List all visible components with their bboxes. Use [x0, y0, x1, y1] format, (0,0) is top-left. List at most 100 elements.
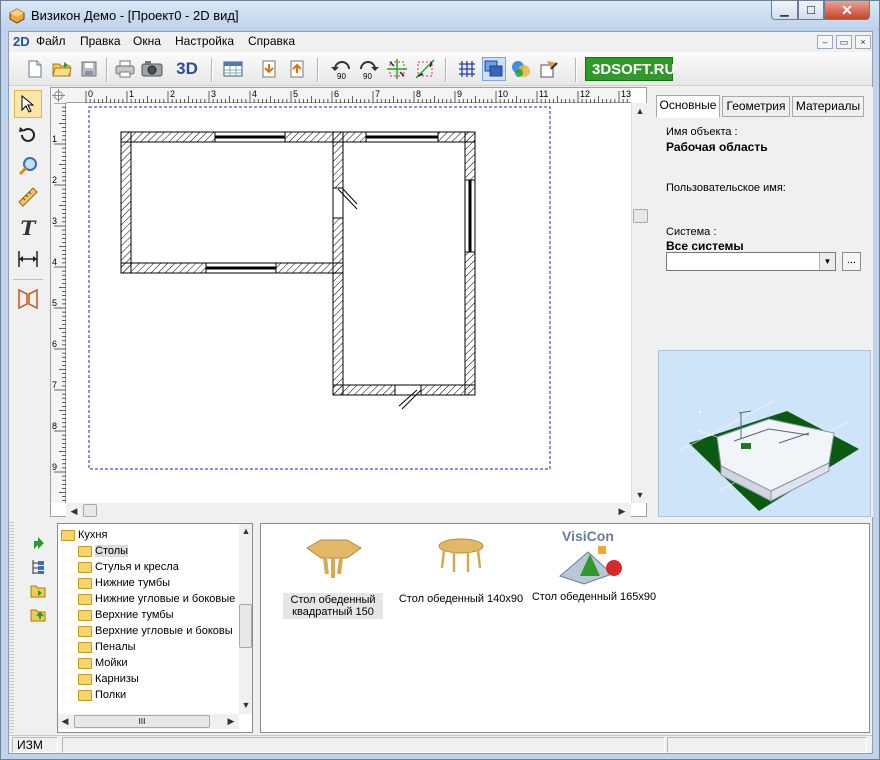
align-a-icon[interactable]	[385, 57, 409, 81]
up-level-icon[interactable]	[29, 534, 47, 552]
mdi-close-button[interactable]: ×	[855, 35, 871, 49]
horizontal-scrollbar[interactable]: ◀ ▶	[66, 503, 631, 519]
tree-hscroll-thumb[interactable]: III	[74, 715, 210, 728]
pointer-icon[interactable]	[14, 90, 42, 118]
plan-canvas[interactable]	[66, 103, 631, 503]
user-name-combo[interactable]: ▼	[666, 252, 836, 271]
tree-item[interactable]: Нижние тумбы	[78, 575, 170, 591]
3d-preview[interactable]	[658, 350, 871, 517]
gallery-item-table-165x90[interactable]: VisiCon Стол обеденный 165x90	[531, 528, 657, 603]
tree-view-icon[interactable]	[29, 558, 47, 576]
scroll-left-arrow-icon[interactable]: ◀	[58, 714, 72, 729]
catalog-gallery[interactable]: Стол обеденный квадратный 150 Стол обеде…	[260, 523, 870, 733]
text-tool-icon[interactable]: T	[14, 214, 42, 242]
scroll-up-arrow-icon[interactable]: ▲	[239, 524, 252, 538]
print-preview-icon[interactable]	[140, 57, 164, 81]
tree-item-root[interactable]: Кухня	[61, 527, 107, 543]
scroll-down-arrow-icon[interactable]: ▼	[239, 698, 252, 712]
windows-icon[interactable]	[482, 57, 506, 81]
zoom-icon[interactable]	[14, 152, 42, 180]
scroll-right-arrow-icon[interactable]: ▶	[614, 503, 630, 519]
scroll-left-arrow-icon[interactable]: ◀	[66, 503, 82, 519]
tree-item[interactable]: Нижние угловые и боковые	[78, 591, 235, 607]
chevron-down-icon[interactable]: ▼	[819, 253, 835, 270]
align-b-icon[interactable]	[413, 57, 437, 81]
browse-button[interactable]: ...	[842, 252, 861, 271]
menu-windows[interactable]: Окна	[133, 34, 161, 48]
menu-help[interactable]: Справка	[248, 34, 295, 48]
ruler-label: 2	[170, 89, 175, 99]
horizontal-scroll-thumb[interactable]	[83, 504, 97, 517]
panel-gripper[interactable]	[9, 520, 14, 735]
folder-add-icon[interactable]	[29, 582, 47, 600]
mdi-restore-button[interactable]: ▭	[836, 35, 852, 49]
folder-up-icon[interactable]	[29, 606, 47, 624]
scroll-down-arrow-icon[interactable]: ▼	[632, 487, 648, 503]
properties-icon[interactable]	[537, 57, 561, 81]
menu-settings[interactable]: Настройка	[175, 34, 234, 48]
maximize-button[interactable]: ☐	[798, 1, 824, 20]
menu-edit[interactable]: Правка	[80, 34, 121, 48]
gallery-item-table-140x90[interactable]: Стол обеденный 140x90	[396, 536, 526, 605]
dimension-icon[interactable]	[14, 245, 42, 273]
ruler-label: 6	[334, 89, 339, 99]
rotate-icon[interactable]	[14, 121, 42, 149]
vertical-scroll-thumb[interactable]	[633, 209, 648, 223]
tree-vertical-scrollbar[interactable]: ▲ ▼	[239, 524, 252, 714]
tree-item[interactable]: Столы	[78, 543, 129, 559]
print-icon[interactable]	[113, 57, 137, 81]
menu-file[interactable]: Файл	[36, 34, 66, 48]
tree-item[interactable]: Пеналы	[78, 639, 136, 655]
gallery-item-square-table[interactable]: Стол обеденный квадратный 150	[283, 536, 383, 619]
ruler-label: 0	[88, 89, 93, 99]
export-icon[interactable]	[285, 57, 309, 81]
catalog-toolbar	[9, 520, 57, 735]
toolbar-separator	[575, 58, 577, 82]
import-icon[interactable]	[257, 57, 281, 81]
minimize-button[interactable]: ▁	[771, 1, 798, 20]
menu-bar: 2D Файл Правка Окна Настройка Справка – …	[9, 32, 872, 52]
rotate-left-90-icon[interactable]: 90	[330, 57, 354, 81]
folder-icon	[78, 673, 92, 685]
tree-item-label: Полки	[95, 689, 127, 701]
tree-item[interactable]: Полки	[78, 687, 126, 703]
grid-icon[interactable]	[455, 57, 479, 81]
scroll-up-arrow-icon[interactable]: ▲	[632, 103, 648, 119]
vertical-ruler[interactable]: 12345678910	[51, 102, 66, 513]
tab-geometry[interactable]: Геометрия	[722, 96, 790, 117]
save-icon[interactable]	[77, 57, 101, 81]
tree-item[interactable]: Мойки	[78, 655, 128, 671]
tree-scroll-thumb[interactable]	[239, 604, 252, 648]
tab-basic[interactable]: Основные	[656, 95, 720, 118]
table-icon[interactable]	[221, 57, 245, 81]
catalog-tree[interactable]: Кухня Столы Стулья и кресла Нижние тумбы Ни…	[57, 523, 253, 733]
status-field-main	[62, 737, 665, 753]
folder-icon	[78, 545, 92, 557]
tree-item[interactable]: Верхние угловые и боковы	[78, 623, 233, 639]
scroll-right-arrow-icon[interactable]: ▶	[224, 714, 238, 729]
tree-horizontal-scrollbar[interactable]: ◀ III ▶	[58, 714, 239, 729]
tree-item[interactable]: Стулья и кресла	[78, 559, 179, 575]
3d-view-button[interactable]: 3D	[175, 57, 199, 81]
mdi-minimize-button[interactable]: –	[817, 35, 833, 49]
vertical-scrollbar[interactable]: ▲ ▼	[631, 103, 648, 503]
rotate-right-90-icon[interactable]: 90	[356, 57, 380, 81]
3dsoft-brand-link[interactable]: 3DSOFT.RU	[585, 57, 675, 81]
ruler-label: 2	[52, 175, 57, 185]
open-folder-icon[interactable]	[50, 57, 74, 81]
texture-icon[interactable]	[509, 57, 533, 81]
tab-materials[interactable]: Материалы	[792, 96, 864, 117]
close-button[interactable]: ✕	[824, 1, 870, 20]
folder-icon	[78, 641, 92, 653]
ruler-corner-icon[interactable]	[51, 88, 66, 103]
new-document-icon[interactable]	[23, 57, 47, 81]
window-door-icon[interactable]	[14, 285, 42, 313]
tree-item[interactable]: Верхние тумбы	[78, 607, 174, 623]
tree-item-label: Кухня	[78, 529, 108, 541]
measure-icon[interactable]	[14, 183, 42, 211]
horizontal-ruler[interactable]: 0 1 2 3 4 5 6 7 8 9 10 11 12 13	[66, 88, 631, 103]
ruler-label: 11	[539, 89, 548, 99]
tree-item[interactable]: Карнизы	[78, 671, 139, 687]
gallery-item-label: Стол обеденный 140x90	[398, 593, 524, 605]
title-bar[interactable]: Визикон Демо - [Проект0 - 2D вид] ▁ ☐ ✕	[1, 1, 879, 31]
